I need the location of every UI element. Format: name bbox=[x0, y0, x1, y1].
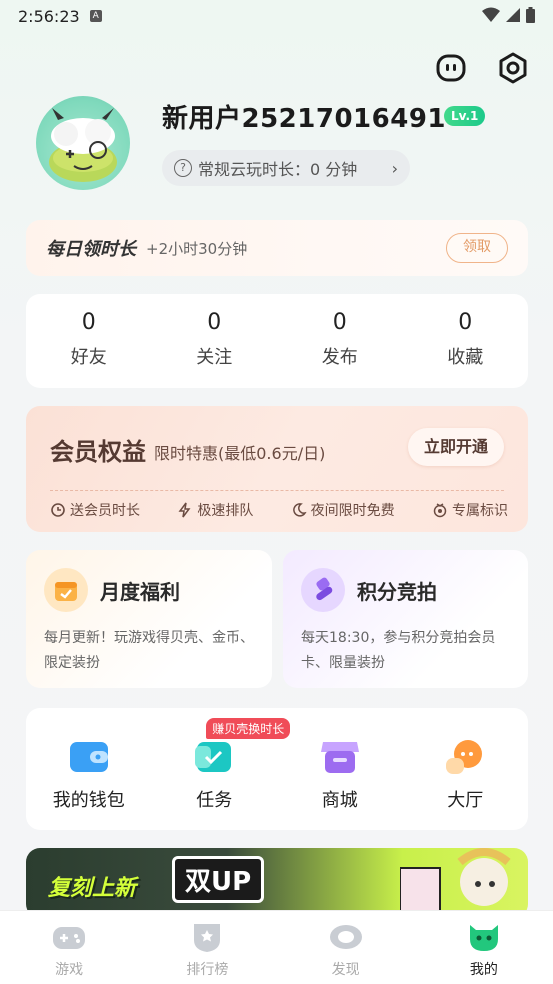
perk-label: 送会员时长 bbox=[70, 503, 140, 519]
wifi-icon bbox=[482, 7, 500, 22]
shortcut-tasks[interactable]: 赚贝壳换时长 任务 bbox=[152, 708, 291, 830]
tab-discover[interactable]: 发现 bbox=[277, 911, 415, 984]
shortcut-wallet[interactable]: 我的钱包 bbox=[26, 708, 152, 830]
monthly-desc: 每月更新！玩游戏得贝壳、金币、限定装扮 bbox=[44, 630, 254, 671]
lightning-icon bbox=[178, 502, 191, 518]
clock-tag-icon bbox=[51, 503, 65, 517]
shortcuts-card: 我的钱包 赚贝壳换时长 任务 商城 大厅 bbox=[26, 708, 528, 830]
tab-label: 排行榜 bbox=[186, 962, 229, 978]
task-icon bbox=[195, 742, 232, 772]
mascot-icon bbox=[469, 925, 498, 951]
tab-mine[interactable]: 我的 bbox=[415, 911, 553, 984]
vip-title: 会员权益 bbox=[50, 438, 146, 466]
gamepad-icon bbox=[53, 927, 86, 949]
stat-label: 发布 bbox=[321, 347, 358, 368]
daily-title: 每日领时长 bbox=[46, 239, 136, 260]
playtime-value: 0 分钟 bbox=[310, 160, 358, 179]
avatar[interactable] bbox=[36, 96, 130, 190]
signal-icon bbox=[506, 8, 520, 22]
stat-friends[interactable]: 0 好友 bbox=[26, 294, 152, 388]
stat-value: 0 bbox=[332, 310, 347, 335]
tab-label: 游戏 bbox=[55, 962, 84, 978]
lobby-chat-icon bbox=[446, 740, 483, 774]
stat-favorites[interactable]: 0 收藏 bbox=[403, 294, 529, 388]
status-bar: 2:56:23 A bbox=[0, 0, 553, 32]
vip-subtitle: 限时特惠(最低0.6元/日) bbox=[154, 444, 326, 463]
level-badge: Lv.1 bbox=[444, 106, 486, 126]
chevron-right-icon: › bbox=[391, 158, 398, 178]
vip-perks: 送会员时长 极速排队 夜间限时免费 专属标识 bbox=[50, 500, 508, 520]
shortcut-label: 我的钱包 bbox=[52, 790, 125, 811]
perk-label: 夜间限时免费 bbox=[310, 503, 395, 519]
stat-value: 0 bbox=[458, 310, 473, 335]
divider bbox=[50, 490, 504, 491]
store-icon bbox=[320, 742, 359, 773]
shortcut-label: 大厅 bbox=[447, 790, 484, 811]
monthly-benefits-card[interactable]: 月度福利 每月更新！玩游戏得贝壳、金币、限定装扮 bbox=[26, 550, 272, 688]
playtime-pill[interactable]: ? 常规云玩时长： 0 分钟 › bbox=[162, 150, 410, 186]
claim-button[interactable]: 领取 bbox=[446, 233, 508, 263]
chat-bot-icon bbox=[436, 54, 466, 82]
shortcut-label: 任务 bbox=[196, 790, 233, 811]
avatar-image bbox=[49, 108, 117, 182]
status-time: 2:56:23 bbox=[18, 6, 80, 26]
wallet-icon bbox=[69, 742, 108, 772]
vip-card[interactable]: 会员权益 限时特惠(最低0.6元/日) 立即开通 送会员时长 极速排队 夜间限时… bbox=[26, 406, 528, 532]
badge-icon bbox=[433, 503, 447, 518]
status-indicators bbox=[482, 7, 535, 23]
playtime-label: 常规云玩时长： bbox=[198, 160, 311, 179]
gear-icon bbox=[499, 52, 527, 84]
perk-fast-queue: 极速排队 bbox=[177, 500, 253, 520]
stat-label: 关注 bbox=[196, 347, 233, 368]
shortcut-mall[interactable]: 商城 bbox=[277, 708, 403, 830]
banner-badge: 双UP bbox=[172, 856, 265, 903]
moon-icon bbox=[292, 503, 307, 517]
perk-label: 专属标识 bbox=[451, 503, 508, 519]
stat-following[interactable]: 0 关注 bbox=[152, 294, 278, 388]
notification-icon: A bbox=[89, 10, 102, 22]
monthly-title: 月度福利 bbox=[100, 579, 180, 604]
perk-exclusive-mark: 专属标识 bbox=[432, 500, 508, 520]
stats-card: 0 好友 0 关注 0 发布 0 收藏 bbox=[26, 294, 528, 388]
perk-gift-time: 送会员时长 bbox=[50, 500, 140, 520]
banner-text: 复刻上新 bbox=[48, 876, 137, 901]
top-actions bbox=[433, 50, 531, 86]
trophy-shield-icon bbox=[194, 924, 221, 952]
gavel-icon bbox=[301, 568, 345, 612]
points-auction-card[interactable]: 积分竞拍 每天18:30，参与积分竞拍会员卡、限量装扮 bbox=[283, 550, 528, 688]
tab-label: 我的 bbox=[469, 962, 498, 978]
tab-label: 发现 bbox=[331, 962, 360, 978]
tab-games[interactable]: 游戏 bbox=[0, 911, 138, 984]
discover-eye-icon bbox=[329, 925, 362, 949]
battery-icon bbox=[526, 7, 535, 23]
auction-desc: 每天18:30，参与积分竞拍会员卡、限量装扮 bbox=[301, 630, 496, 671]
shortcut-label: 商城 bbox=[321, 790, 358, 811]
username: 新用户25217016491 bbox=[162, 104, 446, 134]
tab-ranking[interactable]: 排行榜 bbox=[138, 911, 276, 984]
bottom-tab-bar: 游戏 排行榜 发现 我的 bbox=[0, 910, 553, 984]
banner-character-image bbox=[400, 848, 511, 918]
help-icon: ? bbox=[174, 159, 192, 177]
stat-value: 0 bbox=[81, 310, 96, 335]
stat-label: 好友 bbox=[70, 347, 107, 368]
shortcut-lobby[interactable]: 大厅 bbox=[403, 708, 529, 830]
auction-title: 积分竞拍 bbox=[357, 579, 437, 604]
open-vip-button[interactable]: 立即开通 bbox=[407, 428, 504, 466]
promo-banner[interactable]: 复刻上新 双UP bbox=[26, 848, 528, 918]
perk-night-free: 夜间限时免费 bbox=[291, 500, 395, 520]
daily-gain: +2小时30分钟 bbox=[146, 239, 248, 258]
message-button[interactable] bbox=[433, 50, 469, 86]
perk-label: 极速排队 bbox=[197, 503, 254, 519]
daily-playtime-card: 每日领时长 +2小时30分钟 领取 bbox=[26, 220, 528, 276]
stat-value: 0 bbox=[207, 310, 222, 335]
stat-label: 收藏 bbox=[447, 347, 484, 368]
stat-posts[interactable]: 0 发布 bbox=[277, 294, 403, 388]
calendar-icon bbox=[44, 568, 88, 612]
settings-button[interactable] bbox=[495, 50, 531, 86]
